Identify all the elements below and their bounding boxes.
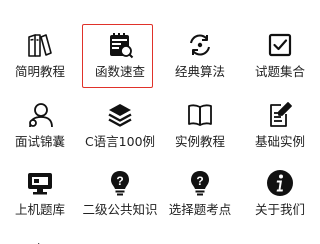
info-icon [240,168,320,198]
layers-icon [80,100,160,130]
menu-item-label: 试题集合 [254,64,305,79]
menu-item-label: 关于我们 [254,202,305,217]
monitor-icon [0,168,80,198]
menu-item-classic-algorithms[interactable]: 经典算法 [160,26,240,98]
svg-text:?: ? [196,174,203,188]
menu-item-interview-tips[interactable]: 面试锦囊 [0,96,80,168]
menu-item-about-us[interactable]: 关于我们 [240,164,320,236]
lightbulb-question-icon: ? [80,168,160,198]
menu-item-label: 上机题库 [14,202,65,217]
menu-item-label: 经典算法 [174,64,225,79]
menu-item-c-100-examples[interactable]: C语言100例 [80,96,160,168]
menu-item-label: C语言100例 [84,134,156,149]
menu-item-tutorial[interactable]: 简明教程 [0,26,80,98]
menu-item-label: 选择题考点 [168,202,232,217]
checkbox-icon [240,30,320,60]
svg-text:?: ? [116,174,123,188]
refresh-cycle-icon [160,30,240,60]
feature-grid: 简明教程 函数速查 经典算法 试题集合 面试锦囊 C语言100例 实例教程 基础… [0,0,320,244]
menu-item-multiple-choice-points[interactable]: ? 选择题考点 [160,164,240,236]
menu-item-label: 面试锦囊 [14,134,65,149]
menu-item-basic-examples[interactable]: 基础实例 [240,96,320,168]
open-book-icon [160,100,240,130]
menu-item-label: 基础实例 [254,134,305,149]
arrow-icon [26,236,50,244]
menu-item-label: 简明教程 [14,64,65,79]
selected-item-highlight [82,24,153,88]
edit-note-icon [240,100,320,130]
menu-item-label: 实例教程 [174,134,225,149]
menu-item-level2-general-knowledge[interactable]: ? 二级公共知识 [80,164,160,236]
menu-item-lab-question-bank[interactable]: 上机题库 [0,164,80,236]
user-icon [0,100,80,130]
menu-item-label: 二级公共知识 [82,202,158,217]
menu-item-example-tutorial[interactable]: 实例教程 [160,96,240,168]
books-icon [0,30,80,60]
lightbulb-question-icon: ? [160,168,240,198]
menu-item-exam-set[interactable]: 试题集合 [240,26,320,98]
